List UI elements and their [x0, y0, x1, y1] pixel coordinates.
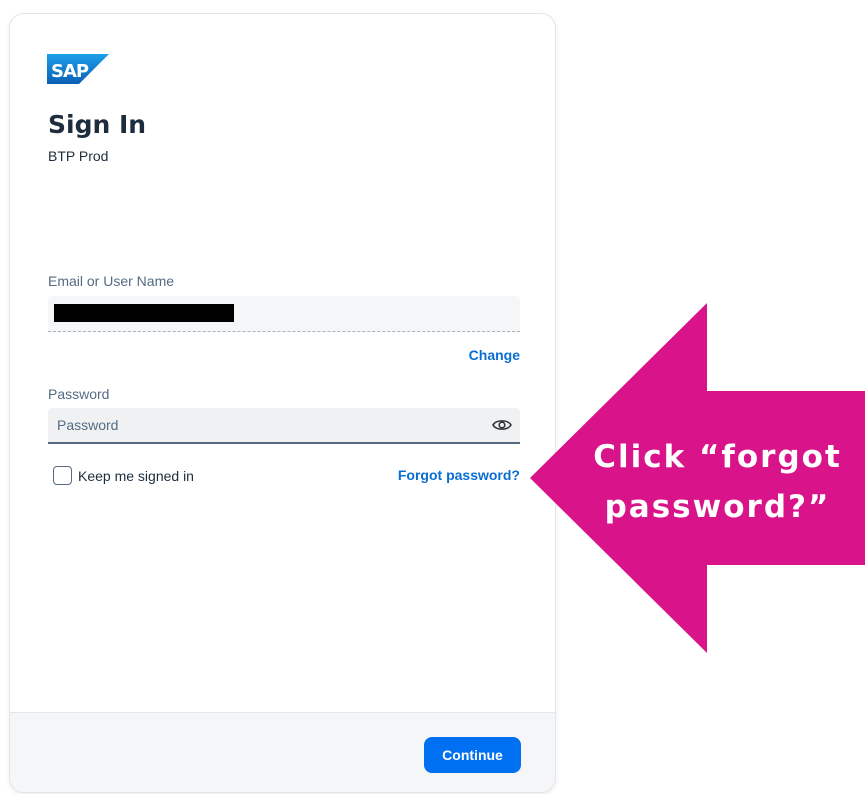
keep-signed-in-label: Keep me signed in [78, 467, 194, 484]
card-footer: Continue [10, 712, 555, 792]
annotation-text: Click “forgot password?” [593, 439, 842, 525]
sign-in-card: SAP Sign In BTP Prod Email or User Name … [10, 14, 555, 792]
eye-icon[interactable] [492, 417, 512, 433]
password-label: Password [48, 386, 110, 402]
page-subtitle: BTP Prod [48, 148, 109, 164]
checkbox-box[interactable] [53, 466, 72, 485]
sap-logo: SAP [47, 54, 109, 84]
password-input[interactable] [48, 408, 478, 442]
page-title: Sign In [48, 110, 147, 139]
email-field[interactable] [48, 296, 520, 332]
redacted-email-value [54, 304, 234, 322]
forgot-password-link[interactable]: Forgot password? [398, 467, 520, 483]
sap-logo-text: SAP [51, 61, 89, 82]
password-field-container [48, 408, 520, 444]
change-link[interactable]: Change [469, 347, 520, 363]
keep-signed-in-checkbox[interactable]: Keep me signed in [53, 466, 194, 485]
email-label: Email or User Name [48, 273, 175, 289]
continue-button[interactable]: Continue [424, 737, 521, 773]
